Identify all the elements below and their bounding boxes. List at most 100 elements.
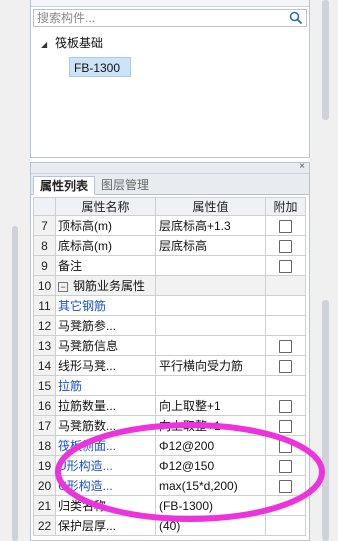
search-box (33, 9, 307, 27)
table-row-group[interactable]: 10 − 钢筋业务属性 (33, 275, 306, 296)
property-name: 底标高(m) (55, 235, 156, 256)
table-row[interactable]: 8 底标高(m) 层底标高 (33, 235, 306, 256)
column-header-index (33, 197, 56, 216)
table-row[interactable]: 16 拉筋数量... 向上取整+1 (33, 395, 306, 416)
table-header-row: 属性名称 属性值 附加 (33, 197, 306, 216)
tree-node-child-label: FB-1300 (74, 61, 121, 75)
add-checkbox[interactable] (279, 339, 292, 353)
table-row[interactable]: 12 马凳筋参... (33, 315, 306, 336)
tab-layer-manager[interactable]: 图层管理 (95, 176, 155, 195)
table-row[interactable]: 18 筏板侧面... Φ12@200 (33, 435, 306, 456)
property-value[interactable]: 向上取整+1 (155, 415, 266, 436)
add-checkbox[interactable] (279, 359, 292, 373)
properties-panel: × 属性列表 图层管理 属性名称 属性值 附加 7 顶标高(m) 层底标高+1.… (30, 161, 310, 541)
close-icon[interactable]: × (299, 161, 305, 173)
property-name: 线形马凳... (55, 355, 156, 376)
property-name: 保护层厚... (55, 515, 156, 536)
column-header-value: 属性值 (155, 197, 266, 216)
row-number: 18 (33, 435, 56, 456)
tree-node-root[interactable]: ◢ 筏板基础 (41, 34, 103, 52)
expand-triangle-icon[interactable]: ◢ (41, 36, 51, 54)
row-number: 14 (33, 355, 56, 376)
row-number: 19 (33, 455, 56, 476)
add-checkbox[interactable] (279, 459, 292, 473)
collapse-toggle-icon[interactable]: − (58, 281, 68, 292)
tree-node-root-label: 筏板基础 (55, 36, 104, 50)
property-value[interactable] (155, 255, 266, 276)
add-checkbox[interactable] (279, 479, 292, 493)
tree-toolbar (31, 0, 309, 7)
column-header-add: 附加 (265, 197, 306, 216)
add-checkbox[interactable] (279, 439, 292, 453)
left-scroll-strip (0, 0, 30, 541)
search-icon[interactable] (289, 11, 303, 25)
row-number: 13 (33, 335, 56, 356)
properties-panel-header: × (31, 161, 309, 174)
table-row[interactable]: 11 其它钢筋 (33, 295, 306, 316)
table-row[interactable]: 22 保护层厚... (40) (33, 515, 306, 536)
tab-bar: 属性列表 图层管理 (31, 174, 309, 195)
property-value[interactable]: (40) (155, 515, 266, 536)
property-name: 马凳筋数... (55, 415, 156, 436)
property-name[interactable]: U形构造... (55, 455, 156, 476)
row-number: 9 (33, 255, 56, 276)
property-value[interactable]: 向上取整+1 (155, 395, 266, 416)
property-value[interactable]: 层底标高 (155, 235, 266, 256)
property-name: 顶标高(m) (55, 215, 156, 236)
column-header-name: 属性名称 (55, 197, 156, 216)
add-checkbox[interactable] (279, 239, 292, 253)
group-name: 钢筋业务属性 (73, 279, 146, 293)
table-row[interactable]: 14 线形马凳... 平行横向受力筋 (33, 355, 306, 376)
left-scrollbar[interactable] (12, 226, 18, 541)
search-input[interactable] (34, 10, 289, 26)
row-number: 17 (33, 415, 56, 436)
row-number: 8 (33, 235, 56, 256)
property-name[interactable]: U形构造... (55, 475, 156, 496)
property-name[interactable]: 拉筋 (55, 375, 156, 396)
table-row[interactable]: 15 拉筋 (33, 375, 306, 396)
property-value[interactable] (155, 335, 266, 356)
table-row[interactable]: 7 顶标高(m) 层底标高+1.3 (33, 215, 306, 236)
table-row[interactable]: 21 归类名称 (FB-1300) (33, 495, 306, 516)
property-name[interactable]: 筏板侧面... (55, 435, 156, 456)
tab-property-list[interactable]: 属性列表 (33, 176, 96, 195)
property-name: 归类名称 (55, 495, 156, 516)
table-row[interactable]: 13 马凳筋信息 (33, 335, 306, 356)
table-row[interactable]: 19 U形构造... Φ12@150 (33, 455, 306, 476)
table-row[interactable]: 9 备注 (33, 255, 306, 276)
row-number: 20 (33, 475, 56, 496)
property-name[interactable]: 其它钢筋 (55, 295, 156, 316)
right-scroll-strip (310, 0, 338, 541)
top-panel-scrollbar[interactable] (322, 0, 329, 120)
add-checkbox[interactable] (279, 419, 292, 433)
add-checkbox[interactable] (279, 259, 292, 273)
table-row[interactable]: 20 U形构造... max(15*d,200) (33, 475, 306, 496)
property-value (155, 275, 266, 296)
table-row[interactable]: 17 马凳筋数... 向上取整+1 (33, 415, 306, 436)
row-number: 12 (33, 315, 56, 336)
construct-tree-panel: ◢ 筏板基础 FB-1300 (30, 0, 310, 158)
property-value[interactable]: Φ12@150 (155, 455, 266, 476)
property-name: 拉筋数量... (55, 395, 156, 416)
props-scrollbar[interactable] (322, 300, 329, 541)
property-name: 备注 (55, 255, 156, 276)
property-value[interactable]: 层底标高+1.3 (155, 215, 266, 236)
row-number: 22 (33, 515, 56, 536)
add-checkbox[interactable] (279, 219, 292, 233)
row-number: 11 (33, 295, 56, 316)
property-value[interactable]: (FB-1300) (155, 495, 266, 516)
row-number: 10 (33, 275, 56, 296)
property-value[interactable]: Φ12@200 (155, 435, 266, 456)
add-checkbox[interactable] (279, 399, 292, 413)
row-number: 7 (33, 215, 56, 236)
property-value[interactable]: 平行横向受力筋 (155, 355, 266, 376)
property-name: 马凳筋信息 (55, 335, 156, 356)
row-number: 21 (33, 495, 56, 516)
tree-node-selected[interactable]: FB-1300 (69, 57, 131, 77)
property-value[interactable] (155, 295, 266, 316)
property-table: 属性名称 属性值 附加 7 顶标高(m) 层底标高+1.3 8 底标高(m) 层… (33, 197, 306, 536)
row-number: 15 (33, 375, 56, 396)
property-value[interactable] (155, 375, 266, 396)
property-value[interactable]: max(15*d,200) (155, 475, 266, 496)
property-value[interactable] (155, 315, 266, 336)
